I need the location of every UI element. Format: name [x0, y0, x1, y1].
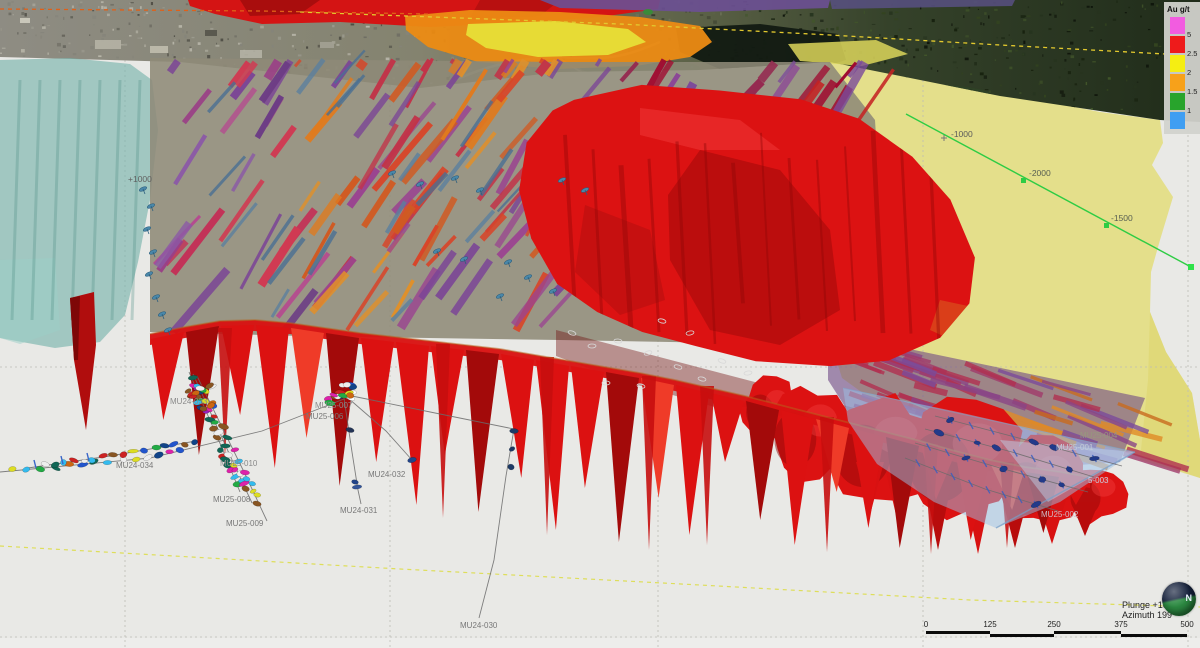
drillhole-label[interactable]: MU25-002 [1041, 510, 1079, 519]
legend-value-label: 2 [1187, 68, 1191, 77]
drillhole-label[interactable]: MU24-031 [340, 506, 378, 515]
drillhole-label[interactable]: MU25-006 [306, 412, 344, 421]
azimuth-label: Azimuth 199 [1122, 610, 1172, 620]
drillhole-label[interactable]: MU24-030 [460, 621, 498, 630]
drillhole-label[interactable]: MU25-004 [1080, 431, 1118, 440]
drillhole-label[interactable]: 5-003 [1088, 476, 1109, 485]
drillhole-label[interactable]: MU25-007 [315, 401, 353, 410]
scale-tick-label: 0 [924, 620, 928, 629]
elevation-label: -1500 [1111, 213, 1133, 223]
legend-swatch[interactable] [1170, 93, 1185, 110]
legend-value-label: 5 [1187, 30, 1191, 39]
drillhole-label[interactable]: MU25-001 [1056, 443, 1094, 452]
scale-bar-segment [1054, 631, 1121, 634]
legend-value-label: 1 [1187, 106, 1191, 115]
legend-swatch[interactable] [1170, 55, 1185, 72]
elevation-label: -1000 [951, 129, 973, 139]
scale-bar-segment [926, 631, 990, 634]
drillhole-label[interactable]: MU25-009 [226, 519, 264, 528]
scale-bar: 0125250375500 [926, 620, 1189, 638]
legend-title: Au g/t [1167, 5, 1190, 14]
scale-tick-label: 500 [1180, 620, 1193, 629]
legend-value-label: 2.5 [1187, 49, 1197, 58]
scale-tick-label: 375 [1114, 620, 1127, 629]
legend-swatch[interactable] [1170, 74, 1185, 91]
compass-ball[interactable]: N [1162, 582, 1196, 616]
elevation-label: -2000 [1029, 168, 1051, 178]
legend-value-label: 1.5 [1187, 87, 1197, 96]
legend-swatch[interactable] [1170, 17, 1185, 34]
compass-north-letter: N [1186, 593, 1193, 603]
scene-svg[interactable]: MU24-033 MU24-034 MU25-010 MU25-008 MU25-009… [0, 0, 1200, 648]
drillhole-label[interactable]: MU24-034 [116, 461, 154, 470]
drillhole-label[interactable]: MU25-010 [220, 459, 258, 468]
elevation-label: +1000 [128, 174, 152, 184]
legend-swatch[interactable] [1170, 36, 1185, 53]
scale-tick-label: 125 [983, 620, 996, 629]
scale-tick-label: 250 [1047, 620, 1060, 629]
scale-bar-segment [1121, 634, 1187, 637]
scale-bar-segment [990, 634, 1054, 637]
legend-panel: Au g/t 5 2.5 2 1.5 1 [1164, 2, 1200, 134]
viewport-3d[interactable]: MU24-033 MU24-034 MU25-010 MU25-008 MU25-009… [0, 0, 1200, 648]
drillhole-label[interactable]: MU24-033 [170, 397, 208, 406]
drillhole-label[interactable]: MU24-032 [368, 470, 406, 479]
drillhole-label[interactable]: MU25-008 [213, 495, 251, 504]
legend-swatch[interactable] [1170, 112, 1185, 129]
